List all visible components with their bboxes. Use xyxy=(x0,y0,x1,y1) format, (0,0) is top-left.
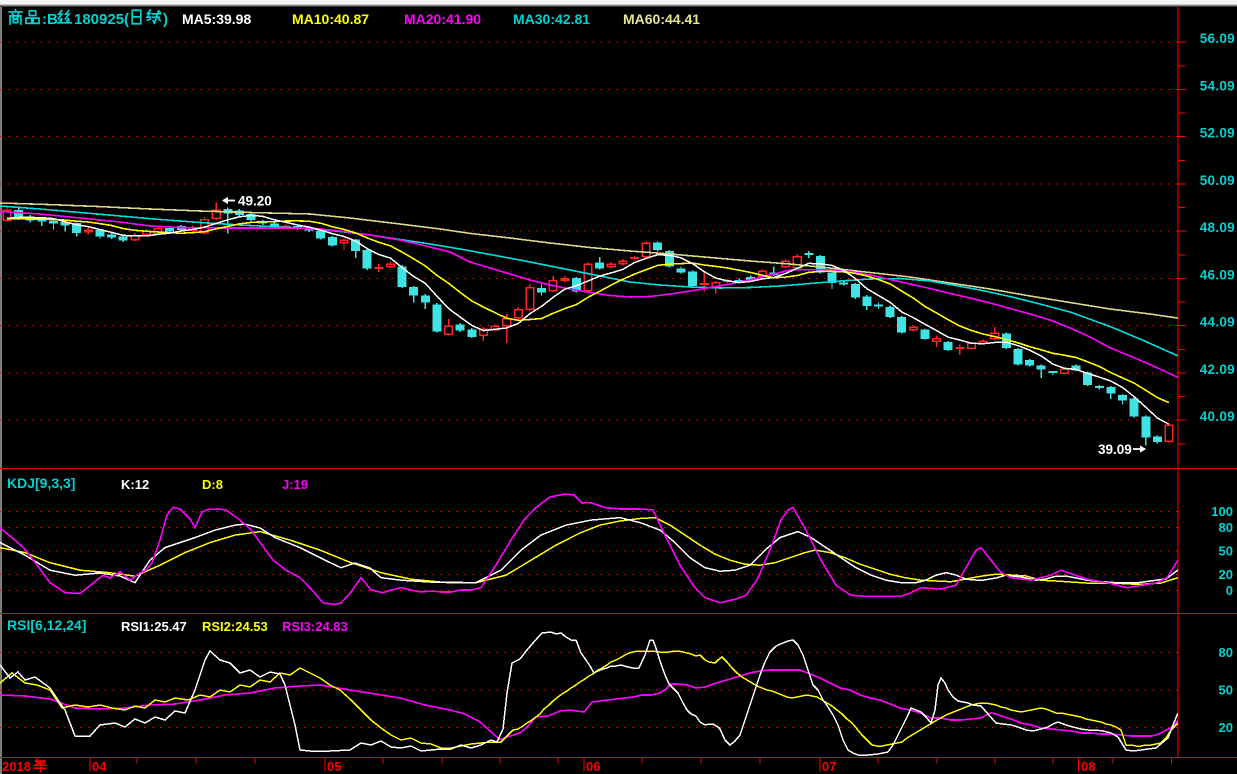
svg-text:54.09: 54.09 xyxy=(1200,79,1235,94)
svg-text:): ) xyxy=(163,11,168,28)
svg-text:20: 20 xyxy=(1219,720,1233,735)
svg-text:20: 20 xyxy=(1219,567,1233,582)
svg-text:07: 07 xyxy=(822,759,836,774)
svg-text:50: 50 xyxy=(1219,544,1233,559)
svg-text:D:8: D:8 xyxy=(202,477,223,492)
svg-text:RSI[6,12,24]: RSI[6,12,24] xyxy=(7,617,86,633)
svg-text:RSI3:24.83: RSI3:24.83 xyxy=(282,619,348,634)
svg-text:40.09: 40.09 xyxy=(1200,409,1235,424)
svg-text:50: 50 xyxy=(1219,683,1233,698)
svg-text:48.09: 48.09 xyxy=(1200,220,1235,235)
svg-text:50.09: 50.09 xyxy=(1200,173,1235,188)
svg-text:80: 80 xyxy=(1219,520,1233,535)
svg-text:49.20: 49.20 xyxy=(238,194,272,209)
svg-text:J:19: J:19 xyxy=(282,477,308,492)
svg-text:52.09: 52.09 xyxy=(1200,126,1235,141)
svg-text:56.09: 56.09 xyxy=(1200,31,1235,46)
svg-text:MA20:41.90: MA20:41.90 xyxy=(404,11,481,27)
svg-text:RSI1:25.47: RSI1:25.47 xyxy=(121,619,187,634)
svg-text:MA30:42.81: MA30:42.81 xyxy=(513,11,590,27)
svg-text:K:12: K:12 xyxy=(121,477,149,492)
svg-text:100: 100 xyxy=(1211,504,1233,519)
svg-text:MA10:40.87: MA10:40.87 xyxy=(292,11,369,27)
svg-text:46.09: 46.09 xyxy=(1200,267,1235,282)
svg-text:2018: 2018 xyxy=(2,759,31,774)
svg-text:06: 06 xyxy=(586,759,600,774)
svg-text:80: 80 xyxy=(1219,645,1233,660)
svg-text:0: 0 xyxy=(1226,583,1233,598)
svg-text:42.09: 42.09 xyxy=(1200,362,1235,377)
svg-text:RSI2:24.53: RSI2:24.53 xyxy=(202,619,268,634)
svg-text::B: :B xyxy=(42,11,58,28)
svg-text:180925(: 180925( xyxy=(74,11,129,28)
svg-text:08: 08 xyxy=(1081,759,1095,774)
svg-text:44.09: 44.09 xyxy=(1200,315,1235,330)
svg-text:04: 04 xyxy=(92,759,107,774)
svg-text:05: 05 xyxy=(327,759,341,774)
svg-text:MA60:44.41: MA60:44.41 xyxy=(623,11,700,27)
svg-text:MA5:39.98: MA5:39.98 xyxy=(182,11,251,27)
svg-text:KDJ[9,3,3]: KDJ[9,3,3] xyxy=(7,475,75,491)
svg-text:39.09: 39.09 xyxy=(1098,442,1132,457)
